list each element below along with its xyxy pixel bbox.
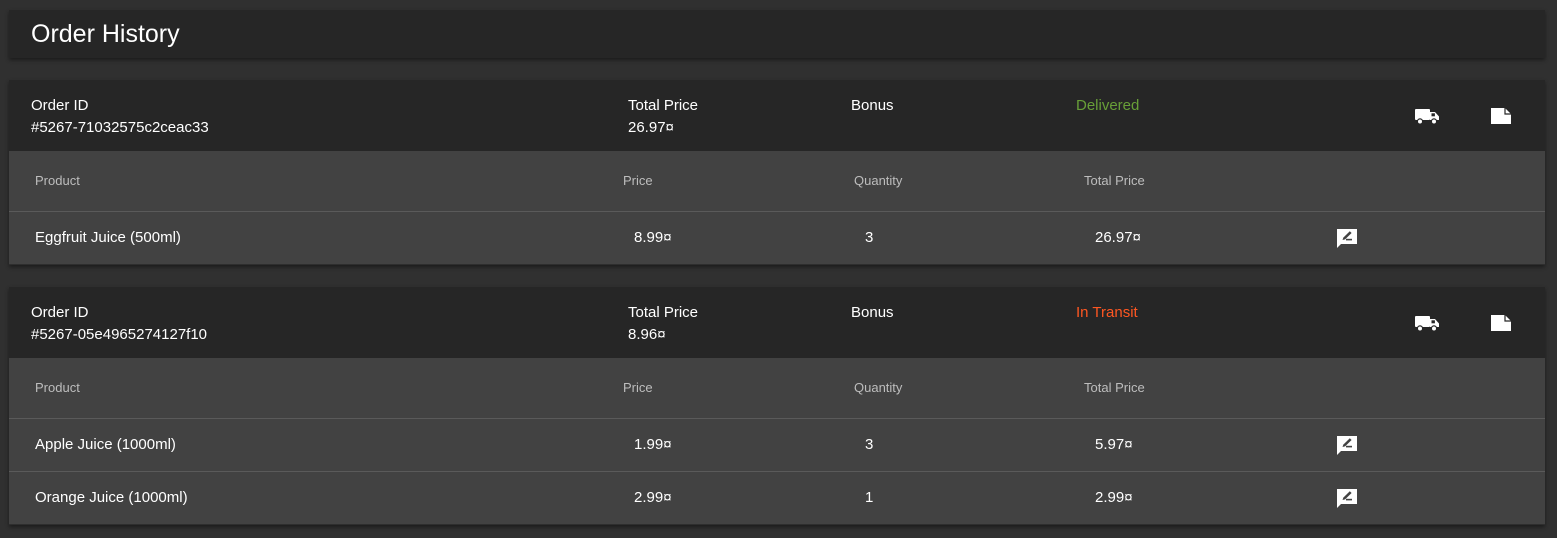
products-table: Product Price Quantity Total Price Apple… [9, 358, 1545, 525]
product-price: 2.99¤ [634, 489, 672, 506]
product-name: Eggfruit Juice (500ml) [35, 229, 181, 246]
order-id-field: Order ID #5267-05e4965274127f10 [31, 302, 207, 346]
rate-review-icon [1337, 229, 1357, 248]
print-receipt-button[interactable] [1486, 104, 1516, 128]
order-id-field: Order ID #5267-71032575c2ceac33 [31, 95, 209, 139]
write-review-button[interactable] [1335, 434, 1359, 458]
truck-icon [1415, 316, 1439, 332]
column-header-product: Product [35, 173, 80, 188]
order-card: Order ID #5267-05e4965274127f10 Total Pr… [9, 287, 1545, 525]
order-total-value: 8.96¤ [628, 326, 666, 343]
order-total-label: Total Price [628, 304, 699, 321]
track-order-button[interactable] [1412, 311, 1442, 335]
column-header-quantity: Quantity [854, 173, 903, 188]
product-name: Apple Juice (1000ml) [35, 436, 176, 453]
product-total: 2.99¤ [1095, 489, 1133, 506]
print-receipt-button[interactable] [1486, 311, 1516, 335]
order-status: Delivered [1076, 97, 1140, 114]
order-id-value: #5267-05e4965274127f10 [31, 326, 208, 343]
order-id-label: Order ID [31, 304, 89, 321]
order-total-label: Total Price [628, 97, 699, 114]
column-header-total-price: Total Price [1084, 173, 1145, 188]
product-quantity: 3 [865, 229, 874, 246]
order-bonus-field: Bonus [851, 95, 894, 117]
product-quantity: 1 [865, 489, 874, 506]
table-row: Apple Juice (1000ml) 1.99¤ 3 5.97¤ [9, 419, 1545, 472]
table-row: Eggfruit Juice (500ml) 8.99¤ 3 26.97¤ [9, 212, 1545, 265]
page-title: Order History [31, 19, 180, 48]
rate-review-icon [1337, 489, 1357, 508]
product-price: 8.99¤ [634, 229, 672, 246]
receipt-icon [1491, 315, 1511, 331]
order-bonus-label: Bonus [851, 304, 894, 321]
column-header-product: Product [35, 380, 80, 395]
rate-review-icon [1337, 436, 1357, 455]
product-total: 5.97¤ [1095, 436, 1133, 453]
product-price: 1.99¤ [634, 436, 672, 453]
order-total-value: 26.97¤ [628, 119, 674, 136]
order-id-value: #5267-71032575c2ceac33 [31, 119, 209, 136]
order-total-field: Total Price 8.96¤ [628, 302, 698, 346]
order-header: Order ID #5267-05e4965274127f10 Total Pr… [9, 287, 1545, 358]
order-header: Order ID #5267-71032575c2ceac33 Total Pr… [9, 80, 1545, 151]
order-bonus-field: Bonus [851, 302, 894, 324]
order-status: In Transit [1076, 304, 1138, 321]
order-bonus-label: Bonus [851, 97, 894, 114]
column-header-quantity: Quantity [854, 380, 903, 395]
column-header-price: Price [623, 173, 653, 188]
product-name: Orange Juice (1000ml) [35, 489, 188, 506]
table-header-row: Product Price Quantity Total Price [9, 358, 1545, 419]
write-review-button[interactable] [1335, 487, 1359, 511]
order-card: Order ID #5267-71032575c2ceac33 Total Pr… [9, 80, 1545, 265]
product-total: 26.97¤ [1095, 229, 1141, 246]
truck-icon [1415, 109, 1439, 125]
order-total-field: Total Price 26.97¤ [628, 95, 698, 139]
track-order-button[interactable] [1412, 104, 1442, 128]
order-id-label: Order ID [31, 97, 89, 114]
column-header-price: Price [623, 380, 653, 395]
page-header: Order History [9, 10, 1545, 58]
table-header-row: Product Price Quantity Total Price [9, 151, 1545, 212]
receipt-icon [1491, 108, 1511, 124]
column-header-total-price: Total Price [1084, 380, 1145, 395]
products-table: Product Price Quantity Total Price Eggfr… [9, 151, 1545, 265]
product-quantity: 3 [865, 436, 874, 453]
write-review-button[interactable] [1335, 227, 1359, 251]
table-row: Orange Juice (1000ml) 2.99¤ 1 2.99¤ [9, 472, 1545, 525]
